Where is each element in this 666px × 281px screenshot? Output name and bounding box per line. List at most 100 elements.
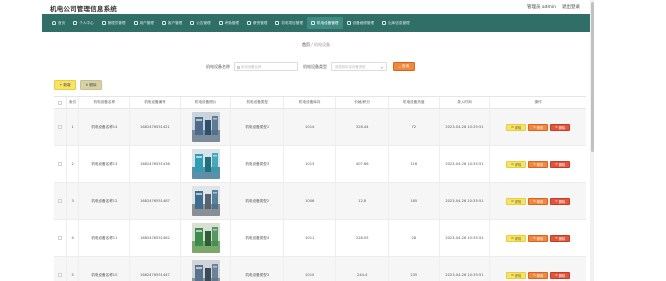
nav-item-8[interactable]: 机电项目管理 xyxy=(271,17,307,29)
nav-item-6[interactable]: 考勤管理 xyxy=(215,17,243,29)
detail-icon: ⊙ xyxy=(511,162,514,166)
detail-label: 详情 xyxy=(514,199,522,204)
delete-button[interactable]: ✕ 删除 xyxy=(550,123,571,131)
edit-button[interactable]: ✎ 修改 xyxy=(528,271,549,279)
delete-label: 删除 xyxy=(558,162,566,167)
breadcrumb-separator: / xyxy=(311,42,313,47)
user-icon xyxy=(73,21,78,25)
edit-button[interactable]: ✎ 修改 xyxy=(528,197,549,205)
delete-button[interactable]: ✕ 删除 xyxy=(550,197,571,205)
add-button[interactable]: + 新增 xyxy=(54,80,76,90)
user-label[interactable]: 管理员 admin xyxy=(527,4,556,10)
nav-item-3[interactable]: 用户管理 xyxy=(130,17,158,29)
nav-item-label: 出库信息管理 xyxy=(388,20,410,25)
detail-icon: ⊙ xyxy=(511,236,514,240)
edit-button[interactable]: ✎ 修改 xyxy=(528,234,549,242)
batch-delete-button[interactable]: ✕ 删除 xyxy=(80,80,102,90)
main-nav: 首页 个人中心 管理员管理 用户管理 客户管理 公告管理 考勤管理 薪资管理 机电项目管理 机电设… xyxy=(42,14,590,32)
table-row: 2 机电设备名称13 1682476551436 机电设备类型3 1013 40… xyxy=(54,146,586,183)
table-row: 5 机电设备名称10 1682476551447 机电设备类型3 1010 24… xyxy=(54,257,586,281)
row-actions: ⊙ 详情 ✎ 修改 ✕ 删除 xyxy=(490,109,586,145)
table-body: 1 机电设备名称14 1682476551421 机电设备类型1 1014 32… xyxy=(54,109,586,281)
header-heat: 机电设备热度 xyxy=(389,97,440,108)
row-checkbox[interactable] xyxy=(57,125,62,129)
row-stock: 1011 xyxy=(284,220,337,256)
nav-item-0[interactable]: 首页 xyxy=(48,17,69,29)
nav-item-2[interactable]: 管理员管理 xyxy=(98,17,130,29)
edit-button[interactable]: ✎ 修改 xyxy=(528,123,549,131)
row-select-cell xyxy=(54,183,67,219)
table-header: 索引 机电设备名称 机电设备编号 机电设备照片 机电设备类型 机电设备库存 价格… xyxy=(54,97,586,109)
row-price: 228.05 xyxy=(336,220,389,256)
row-name: 机电设备名称13 xyxy=(79,146,131,182)
delete-icon: ✕ xyxy=(555,236,558,240)
header-price: 价格/积分 xyxy=(336,97,389,108)
row-photo-cell xyxy=(181,220,232,256)
table-row: 3 机电设备名称12 1682476551487 机电设备类型2 1006 12… xyxy=(54,183,586,220)
salary-icon xyxy=(247,21,252,25)
type-select-placeholder: 请选择机电设备类型 xyxy=(335,65,366,69)
delete-label: 删除 xyxy=(558,273,566,278)
row-index: 2 xyxy=(67,146,80,182)
search-button-label: 查询 xyxy=(401,64,410,68)
top-bar: 机电公司管理信息系统 管理员 admin 退出登录 xyxy=(0,0,666,14)
header-photo: 机电设备照片 xyxy=(181,97,232,108)
breadcrumb-home[interactable]: 首页 xyxy=(302,42,310,47)
row-select-cell xyxy=(54,146,67,182)
select-all-checkbox[interactable] xyxy=(57,100,62,105)
nav-item-9[interactable]: 机电设备管理 xyxy=(306,17,343,29)
nav-item-7[interactable]: 薪资管理 xyxy=(243,17,271,29)
row-name: 机电设备名称10 xyxy=(79,257,131,281)
detail-button[interactable]: ⊙ 详情 xyxy=(506,123,527,131)
row-heat: 235 xyxy=(389,257,440,281)
detail-button[interactable]: ⊙ 详情 xyxy=(506,234,527,242)
edit-label: 修改 xyxy=(536,273,544,278)
delete-icon: ✕ xyxy=(555,199,558,203)
name-search-input[interactable]: 机电设备名称 xyxy=(234,62,298,71)
row-photo-cell xyxy=(181,146,232,182)
edit-icon: ✎ xyxy=(533,199,536,203)
row-time: 2023-04-26 10:35:51 xyxy=(440,220,491,256)
nav-item-label: 考勤管理 xyxy=(224,20,240,25)
row-actions: ⊙ 详情 ✎ 修改 ✕ 删除 xyxy=(490,146,586,182)
nav-item-4[interactable]: 客户管理 xyxy=(158,17,186,29)
edit-label: 修改 xyxy=(536,236,544,241)
scrollbar-thumb[interactable] xyxy=(590,2,594,152)
row-type: 机电设备类型1 xyxy=(231,109,284,145)
edit-icon: ✎ xyxy=(533,125,536,129)
nav-item-10[interactable]: 设备维修管理 xyxy=(343,17,379,29)
calendar-icon xyxy=(218,21,223,25)
edit-button[interactable]: ✎ 修改 xyxy=(528,160,549,168)
row-checkbox[interactable] xyxy=(57,273,62,277)
row-code: 1682476551462 xyxy=(130,220,181,256)
row-heat: 72 xyxy=(389,109,440,145)
nav-item-label: 薪资管理 xyxy=(253,20,268,25)
detail-button[interactable]: ⊙ 详情 xyxy=(506,160,527,168)
row-price: 328.44 xyxy=(336,109,389,145)
table-row: 4 机电设备名称11 1682476551462 机电设备类型4 1011 22… xyxy=(54,220,586,257)
detail-button[interactable]: ⊙ 详情 xyxy=(506,197,527,205)
logout-link[interactable]: 退出登录 xyxy=(562,4,580,10)
row-checkbox[interactable] xyxy=(57,162,62,166)
row-price: 407.86 xyxy=(336,146,389,182)
row-type: 机电设备类型2 xyxy=(231,183,284,219)
delete-button[interactable]: ✕ 删除 xyxy=(550,234,571,242)
delete-button[interactable]: ✕ 删除 xyxy=(550,160,571,168)
name-search-placeholder: 机电设备名称 xyxy=(241,65,262,69)
vertical-scrollbar[interactable] xyxy=(590,0,594,281)
row-checkbox[interactable] xyxy=(57,199,62,203)
equipment-photo xyxy=(191,186,220,216)
nav-item-1[interactable]: 个人中心 xyxy=(69,17,97,29)
nav-item-11[interactable]: 出库信息管理 xyxy=(378,17,414,29)
type-select[interactable]: 请选择机电设备类型 ▼ xyxy=(331,62,387,71)
nav-item-label: 用户管理 xyxy=(139,20,154,25)
nav-item-5[interactable]: 公告管理 xyxy=(186,17,214,29)
row-checkbox[interactable] xyxy=(57,236,62,240)
header-name: 机电设备名称 xyxy=(79,97,131,108)
search-button[interactable]: ⌕ 查询 xyxy=(393,62,415,71)
detail-button[interactable]: ⊙ 详情 xyxy=(506,271,527,279)
row-name: 机电设备名称12 xyxy=(79,183,131,219)
delete-button[interactable]: ✕ 删除 xyxy=(550,271,571,279)
search-bar: 机电设备名称 机电设备名称 机电设备类型 请选择机电设备类型 ▼ ⌕ 查询 xyxy=(206,62,415,71)
search-button-icon: ⌕ xyxy=(398,64,401,69)
